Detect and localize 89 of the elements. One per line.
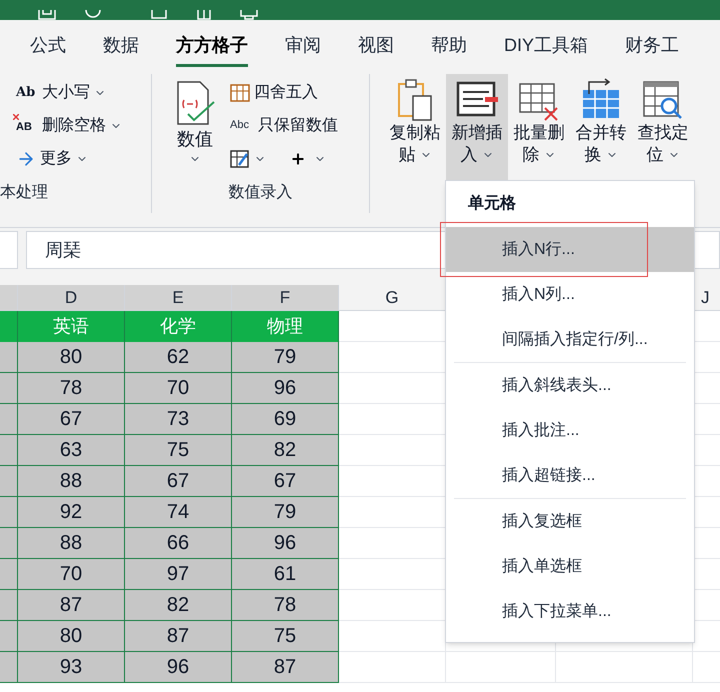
table-cell: 化学 — [125, 311, 232, 342]
table-cell: 93 — [18, 652, 125, 683]
column-header[interactable]: D — [18, 285, 125, 310]
ribbon-large-button[interactable]: 合并转 换 — [570, 74, 632, 180]
table-cell — [0, 559, 18, 590]
table-cell: 92 — [18, 497, 125, 528]
ribbon-large-button[interactable]: 复制粘 贴 — [384, 74, 446, 180]
ribbon-tab[interactable]: 公式 — [30, 24, 66, 66]
table-cell: 英语 — [18, 311, 125, 342]
ribbon-button[interactable]: 四舍五入 — [226, 76, 342, 109]
number-button[interactable]: 数值 — [172, 74, 218, 175]
table-cell: 61 — [232, 559, 339, 590]
table-cell: 74 — [125, 497, 232, 528]
ribbon-button[interactable]: 更多 — [12, 142, 151, 175]
table-cell: 96 — [232, 528, 339, 559]
add-button[interactable] — [290, 150, 326, 166]
table-cell — [0, 311, 18, 342]
ribbon-button[interactable]: AB 删除空格 — [12, 109, 151, 142]
menu-item[interactable]: 插入下拉菜单... — [454, 589, 686, 634]
table-cell: 87 — [125, 621, 232, 652]
table-cell: 67 — [18, 404, 125, 435]
table-cell: 70 — [18, 559, 125, 590]
ribbon-large-button[interactable]: 查找定 位 — [632, 74, 694, 180]
table-cell — [0, 466, 18, 497]
table-cell: 79 — [232, 342, 339, 373]
table-cell: 78 — [18, 373, 125, 404]
column-header[interactable]: E — [125, 285, 232, 310]
table-cell: 67 — [125, 466, 232, 497]
table-cell: 96 — [125, 652, 232, 683]
table-cell: 87 — [232, 652, 339, 683]
column-header[interactable]: F — [232, 285, 339, 310]
table-cell: 75 — [232, 621, 339, 652]
table-cell: 82 — [232, 435, 339, 466]
ribbon-button[interactable]: Ab 大小写 — [12, 76, 151, 109]
table-pen-icon — [230, 148, 250, 168]
table-cell: 80 — [18, 342, 125, 373]
ribbon-tab[interactable]: 审阅 — [285, 24, 321, 66]
ribbon-large-button[interactable]: 批量删 除 — [508, 74, 570, 180]
table-cell — [0, 590, 18, 621]
table-cell: 66 — [125, 528, 232, 559]
abc-icon: Abc — [230, 117, 254, 134]
table-cell: 82 — [125, 590, 232, 621]
table-cell: 物理 — [232, 311, 339, 342]
table-cell: 80 — [18, 621, 125, 652]
edit-table-button[interactable] — [230, 148, 266, 168]
table-cell: 79 — [232, 497, 339, 528]
plus-icon — [290, 150, 306, 166]
table-cell: 88 — [18, 466, 125, 497]
ribbon-tab[interactable]: 方方格子 — [176, 24, 248, 66]
table-cell: 73 — [125, 404, 232, 435]
table-cell — [0, 621, 18, 652]
group-label: 本处理 — [0, 182, 49, 203]
table-cell — [0, 404, 18, 435]
ribbon-button[interactable]: Abc 只保留数值 — [226, 109, 342, 142]
menu-item[interactable]: 插入复选框 — [454, 499, 686, 544]
menu-item[interactable]: 间隔插入指定行/列... — [446, 317, 694, 362]
table-cell: 63 — [18, 435, 125, 466]
table-cell — [0, 373, 18, 404]
table-cell: 75 — [125, 435, 232, 466]
table-icon — [230, 82, 250, 102]
ribbon-tab[interactable]: 财务工 — [625, 24, 680, 66]
ribbon-large-button[interactable]: 新增插 入 — [446, 74, 508, 180]
table-cell: 88 — [18, 528, 125, 559]
menu-item[interactable]: 插入单选框 — [454, 544, 686, 589]
menu-item[interactable]: 插入斜线表头... — [454, 363, 686, 408]
ribbon-tab[interactable]: 视图 — [358, 24, 394, 66]
menu-heading: 单元格 — [467, 194, 517, 214]
table-cell: 78 — [232, 590, 339, 621]
menu-item[interactable]: 插入超链接... — [454, 453, 686, 498]
table-cell: 97 — [125, 559, 232, 590]
menu-item[interactable]: 插入N行... — [446, 227, 694, 272]
table-cell — [0, 342, 18, 373]
table-cell — [0, 528, 18, 559]
ribbon-tab[interactable]: 数据 — [103, 24, 139, 66]
table-cell — [0, 497, 18, 528]
table-cell — [0, 435, 18, 466]
table-cell: 67 — [232, 466, 339, 497]
table-cell — [0, 652, 18, 683]
ribbon-tab[interactable]: DIY工具箱 — [504, 24, 588, 66]
menu-item[interactable]: 插入N列... — [446, 272, 694, 317]
table-cell: 96 — [232, 373, 339, 404]
menu-item[interactable]: 插入批注... — [454, 408, 686, 453]
table-cell: 70 — [125, 373, 232, 404]
table-cell: 69 — [232, 404, 339, 435]
ribbon-tab[interactable]: 帮助 — [431, 24, 467, 66]
table-cell: 62 — [125, 342, 232, 373]
case-icon: Ab — [16, 82, 38, 102]
table-cell: 87 — [18, 590, 125, 621]
group-label: 数值录入 — [228, 182, 294, 203]
